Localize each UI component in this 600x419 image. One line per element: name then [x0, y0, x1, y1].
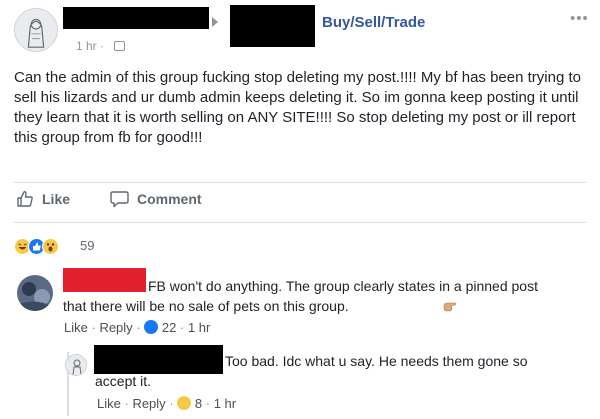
action-divider-top: [14, 182, 586, 183]
poster-reply-avatar-image: [66, 355, 86, 375]
audience-group-icon[interactable]: [114, 41, 125, 51]
like-label: Like: [42, 191, 71, 207]
comment-2-text: Too bad. Idc what u say. He needs them g…: [95, 353, 528, 389]
comment-1-reaction-count[interactable]: 22: [162, 320, 176, 335]
group-name-link[interactable]: Buy/Sell/Trade: [322, 14, 425, 31]
wow-icon: [42, 238, 59, 255]
avatar-image: [15, 9, 57, 51]
timestamp-text: 1 hr: [76, 39, 97, 53]
comment-bubble-icon: [110, 191, 129, 208]
comment-1-like-link[interactable]: Like: [64, 320, 88, 335]
comment-1-like-badge-icon: [144, 320, 159, 334]
comment-1-meta: Like · Reply · 22 · 1 hr: [64, 320, 211, 335]
poster-avatar[interactable]: [14, 8, 58, 52]
action-divider-bottom: [14, 222, 586, 223]
pointing-hand-emoji-icon: [357, 298, 456, 314]
comment-2-like-link[interactable]: Like: [97, 396, 121, 411]
timestamp-separator: ·: [100, 39, 105, 53]
post-body-text: Can the admin of this group fucking stop…: [14, 69, 581, 146]
comment-2-meta: Like · Reply · 8 · 1 hr: [97, 396, 237, 411]
commenter-avatar-image: [17, 275, 53, 311]
comment-2-reaction-count[interactable]: 8: [195, 396, 202, 411]
thumbs-up-icon: [17, 191, 33, 207]
comment-label: Comment: [137, 191, 202, 207]
comment-2-reply-link[interactable]: Reply: [132, 396, 165, 411]
post-timestamp[interactable]: 1 hr ·: [76, 39, 104, 53]
comment-2-timestamp[interactable]: 1 hr: [214, 396, 236, 411]
commenter-avatar[interactable]: [17, 275, 53, 311]
comment-1-text: FB won't do anything. The group clearly …: [63, 276, 563, 316]
reaction-count[interactable]: 59: [80, 238, 94, 253]
comment-1-reply-link[interactable]: Reply: [99, 320, 132, 335]
comment-1-body: FB won't do anything. The group clearly …: [63, 278, 538, 314]
more-options-icon[interactable]: •••: [570, 10, 589, 27]
poster-reply-avatar[interactable]: [65, 354, 87, 376]
comment-1-timestamp[interactable]: 1 hr: [188, 320, 210, 335]
redacted-group-prefix: [230, 5, 315, 47]
triangle-right-icon: [212, 17, 218, 27]
redacted-poster-name: [63, 7, 209, 29]
comment-2-haha-badge-icon: [177, 396, 192, 410]
